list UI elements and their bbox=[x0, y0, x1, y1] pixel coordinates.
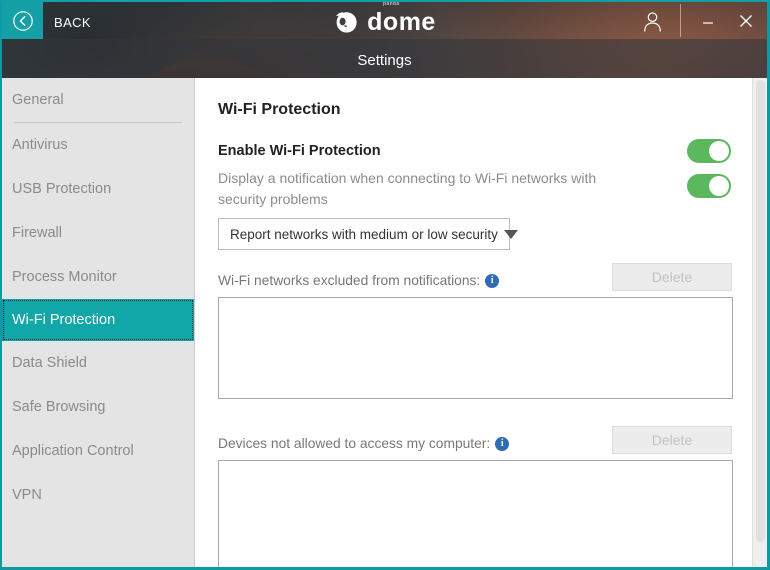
info-icon[interactable]: i bbox=[495, 436, 510, 451]
delete-excluded-network-button[interactable]: Delete bbox=[612, 263, 732, 291]
back-button-label[interactable]: BACK bbox=[54, 15, 91, 30]
back-button[interactable] bbox=[2, 2, 43, 39]
sidebar-item-label: Antivirus bbox=[12, 137, 68, 153]
sidebar-item-label: Application Control bbox=[12, 443, 134, 459]
minimize-icon bbox=[703, 22, 713, 24]
delete-blocked-device-button[interactable]: Delete bbox=[612, 426, 732, 454]
excluded-networks-label: Wi-Fi networks excluded from notificatio… bbox=[218, 273, 500, 288]
toggle-knob bbox=[709, 176, 729, 196]
sidebar-item-label: Firewall bbox=[12, 225, 62, 241]
settings-sidebar: General Antivirus USB Protection Firewal… bbox=[2, 78, 194, 567]
delete-button-label: Delete bbox=[651, 269, 693, 285]
sidebar-item-general[interactable]: General bbox=[2, 78, 194, 122]
scrollbar-thumb[interactable] bbox=[756, 80, 765, 542]
delete-button-label: Delete bbox=[651, 432, 693, 448]
content-scrollbar[interactable] bbox=[752, 78, 767, 567]
excluded-networks-label-text: Wi-Fi networks excluded from notificatio… bbox=[218, 273, 481, 288]
info-icon[interactable]: i bbox=[485, 273, 500, 288]
sidebar-item-usb-protection[interactable]: USB Protection bbox=[2, 167, 194, 211]
settings-content-panel: Wi-Fi Protection Enable Wi-Fi Protection… bbox=[194, 78, 752, 567]
notification-setting-label: Display a notification when connecting t… bbox=[218, 170, 597, 207]
sidebar-item-vpn[interactable]: VPN bbox=[2, 473, 194, 517]
sidebar-item-wifi-protection[interactable]: Wi-Fi Protection bbox=[2, 299, 194, 341]
sidebar-item-safe-browsing[interactable]: Safe Browsing bbox=[2, 385, 194, 429]
minimize-button[interactable] bbox=[693, 8, 723, 34]
enable-wifi-protection-toggle[interactable] bbox=[687, 139, 731, 163]
report-level-dropdown[interactable]: Report networks with medium or low secur… bbox=[218, 218, 518, 250]
sidebar-item-label: General bbox=[12, 92, 64, 108]
account-button[interactable] bbox=[638, 8, 666, 34]
sidebar-item-label: Process Monitor bbox=[12, 269, 117, 285]
sidebar-item-data-shield[interactable]: Data Shield bbox=[2, 341, 194, 385]
close-button[interactable] bbox=[731, 8, 761, 34]
excluded-networks-list[interactable] bbox=[218, 297, 733, 399]
blocked-devices-list[interactable] bbox=[218, 460, 733, 567]
sidebar-item-label: Wi-Fi Protection bbox=[12, 312, 116, 328]
blocked-devices-label-text: Devices not allowed to access my compute… bbox=[218, 436, 491, 451]
close-icon bbox=[740, 15, 752, 27]
blocked-devices-label: Devices not allowed to access my compute… bbox=[218, 436, 510, 451]
report-level-dropdown-value: Report networks with medium or low secur… bbox=[230, 226, 498, 242]
header-banner: BACK panda dome Settings bbox=[2, 2, 767, 78]
notification-setting-toggle[interactable] bbox=[687, 174, 731, 198]
sidebar-item-label: Data Shield bbox=[12, 355, 87, 371]
page-title: Wi-Fi Protection bbox=[218, 101, 341, 118]
sidebar-item-antivirus[interactable]: Antivirus bbox=[2, 123, 194, 167]
window-controls-divider bbox=[680, 4, 681, 37]
chevron-left-circle-icon bbox=[12, 10, 33, 31]
sidebar-item-label: VPN bbox=[12, 487, 42, 503]
sidebar-item-application-control[interactable]: Application Control bbox=[2, 429, 194, 473]
toggle-knob bbox=[709, 141, 729, 161]
user-icon bbox=[643, 11, 661, 32]
sidebar-item-process-monitor[interactable]: Process Monitor bbox=[2, 255, 194, 299]
page-header-title: Settings bbox=[357, 52, 412, 69]
sidebar-item-label: USB Protection bbox=[12, 181, 112, 197]
sidebar-item-firewall[interactable]: Firewall bbox=[2, 211, 194, 255]
sidebar-item-label: Safe Browsing bbox=[12, 399, 106, 415]
enable-wifi-protection-label: Enable Wi-Fi Protection bbox=[218, 143, 381, 159]
chevron-down-icon bbox=[503, 229, 518, 239]
application-window: BACK panda dome Settings General Antivir… bbox=[0, 0, 770, 570]
